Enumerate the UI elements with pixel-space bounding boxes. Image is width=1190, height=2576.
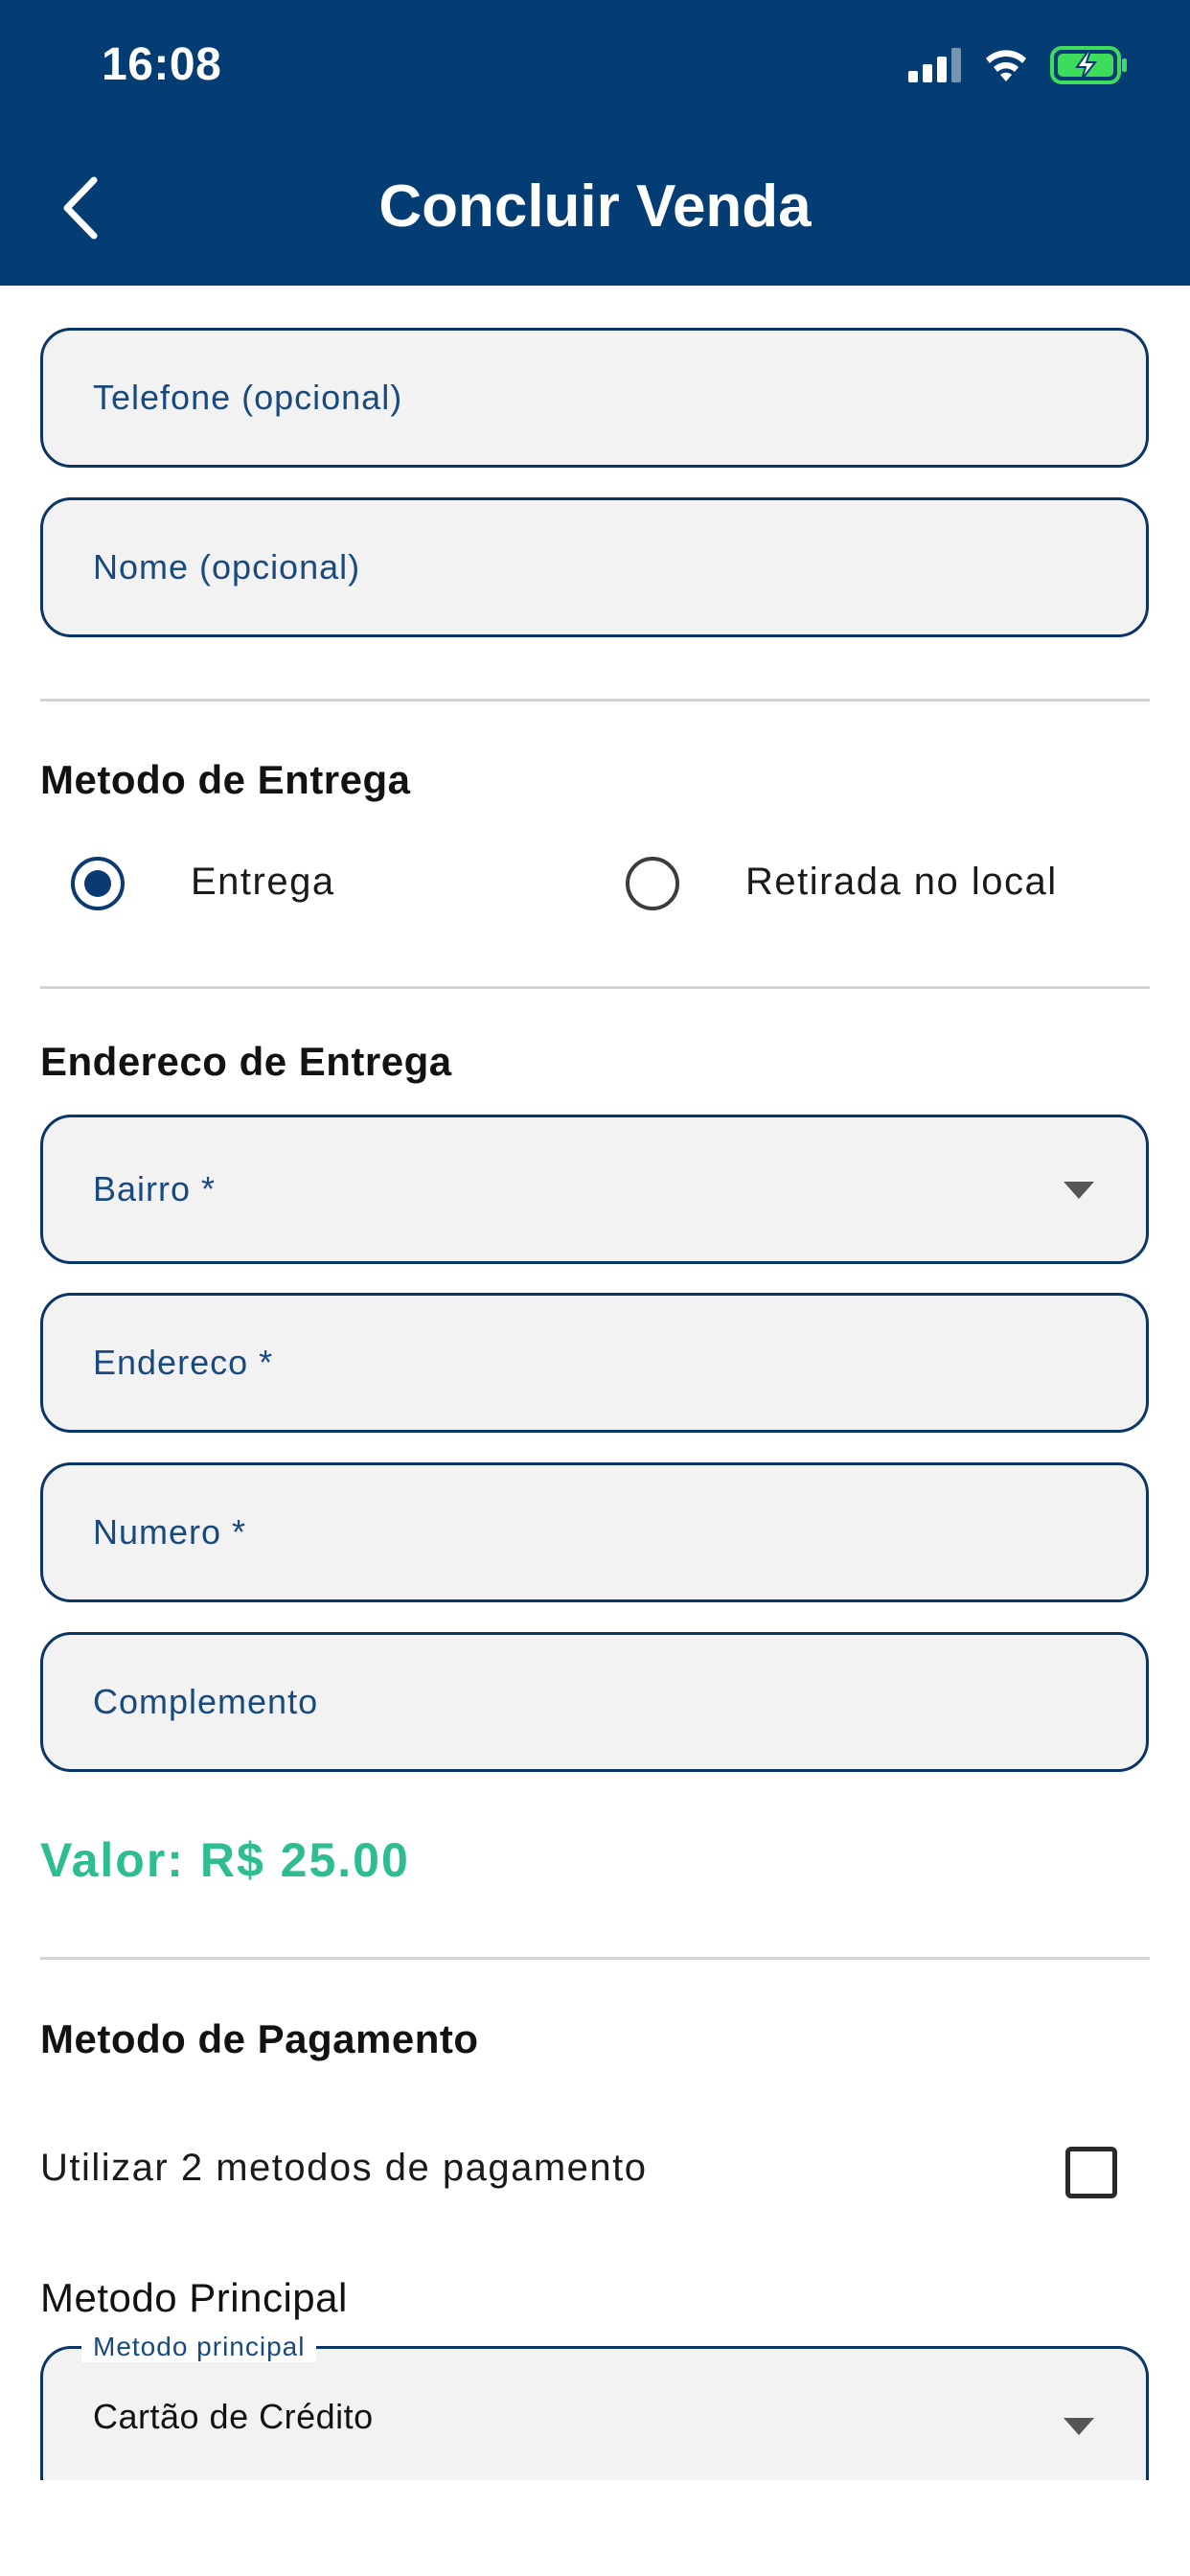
battery-charging-icon bbox=[1050, 46, 1127, 84]
app-header: 16:08 Concluir Venda bbox=[0, 0, 1190, 286]
principal-method-floating-label: Metodo principal bbox=[81, 2332, 317, 2362]
radio-entrega[interactable] bbox=[71, 857, 125, 910]
status-time: 16:08 bbox=[102, 39, 222, 90]
bottom-area bbox=[0, 2480, 1190, 2576]
two-methods-checkbox[interactable] bbox=[1065, 2147, 1117, 2198]
dropdown-arrow-icon bbox=[1064, 1182, 1094, 1199]
payment-method-title: Metodo de Pagamento bbox=[40, 2016, 479, 2061]
delivery-address-title: Endereco de Entrega bbox=[40, 1039, 452, 1084]
phone-field[interactable]: Telefone (opcional) bbox=[40, 328, 1149, 468]
complement-label: Complemento bbox=[93, 1682, 319, 1721]
divider bbox=[40, 699, 1150, 702]
phone-field-label: Telefone (opcional) bbox=[93, 378, 403, 417]
page-title: Concluir Venda bbox=[378, 173, 812, 240]
principal-method-value: Cartão de Crédito bbox=[93, 2397, 374, 2436]
dropdown-arrow-icon bbox=[1064, 2418, 1094, 2435]
radio-entrega-label[interactable]: Entrega bbox=[191, 861, 335, 904]
radio-retirada-label[interactable]: Retirada no local bbox=[745, 861, 1058, 904]
signal-icon bbox=[908, 48, 961, 82]
principal-method-select[interactable]: Metodo principal Cartão de Crédito bbox=[40, 2332, 1149, 2490]
status-icons bbox=[908, 42, 1129, 88]
two-methods-label: Utilizar 2 metodos de pagamento bbox=[40, 2147, 648, 2189]
divider bbox=[40, 1957, 1150, 1960]
divider bbox=[40, 986, 1150, 989]
principal-method-title: Metodo Principal bbox=[40, 2275, 348, 2320]
complement-field[interactable]: Complemento bbox=[40, 1632, 1149, 1772]
screen: 16:08 Concluir Venda Telefone (opcional)… bbox=[0, 0, 1190, 2576]
number-field[interactable]: Numero * bbox=[40, 1462, 1149, 1602]
delivery-method-title: Metodo de Entrega bbox=[40, 757, 411, 802]
street-field[interactable]: Endereco * bbox=[40, 1293, 1149, 1433]
neighborhood-dropdown[interactable]: Bairro * bbox=[40, 1115, 1149, 1264]
price-value: Valor: R$ 25.00 bbox=[40, 1833, 410, 1887]
wifi-icon bbox=[986, 50, 1026, 81]
neighborhood-label: Bairro * bbox=[93, 1169, 217, 1208]
street-label: Endereco * bbox=[93, 1343, 274, 1382]
radio-retirada[interactable] bbox=[626, 857, 679, 910]
name-field[interactable]: Nome (opcional) bbox=[40, 497, 1149, 637]
name-field-label: Nome (opcional) bbox=[93, 547, 361, 586]
number-label: Numero * bbox=[93, 1512, 247, 1552]
